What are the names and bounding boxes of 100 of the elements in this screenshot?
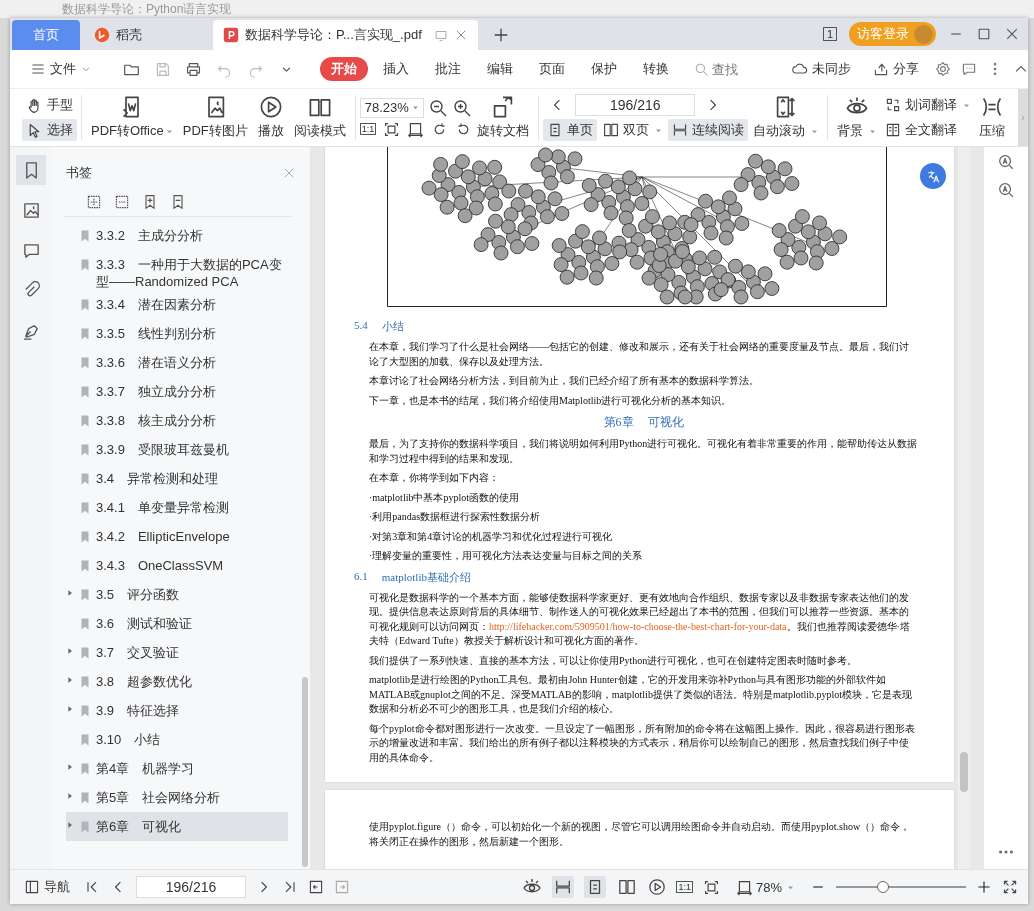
view-mode-button[interactable]	[584, 876, 607, 898]
background-window-title: 数据科学导论：Python语言实现	[62, 0, 232, 18]
menu-tab[interactable]: 开始	[320, 57, 368, 81]
comment-icon[interactable]	[961, 61, 977, 77]
menu-tab[interactable]: 转换	[632, 57, 680, 81]
expand-arrow-icon[interactable]	[66, 676, 74, 684]
bookmark-item[interactable]: 3.4.2 EllipticEnvelope	[66, 522, 288, 551]
bookmark-item[interactable]: 3.3.9 受限玻耳兹曼机	[66, 435, 288, 464]
bookmark-item[interactable]: 3.3.6 潜在语义分析	[66, 348, 288, 377]
search-icon[interactable]	[997, 181, 1015, 199]
translate-button[interactable]: 全文翻译	[881, 119, 975, 141]
bookmark-item[interactable]: 3.8 超参数优化	[66, 667, 288, 696]
page-number-field[interactable]: 196/216	[136, 876, 246, 898]
chevron-icon	[1019, 113, 1027, 122]
avatar-icon	[914, 24, 933, 44]
paragraph: ·对第3章和第4章讨论的机器学习和优化过程进行可视化	[369, 529, 614, 544]
fit-width-icon[interactable]	[407, 120, 425, 138]
expand-arrow-icon[interactable]	[66, 589, 74, 597]
bookmark-item[interactable]: 3.3.2 主成分分析	[66, 221, 288, 250]
file-menu[interactable]: 文件	[24, 58, 98, 80]
maximize-icon[interactable]	[976, 26, 992, 42]
window-count-badge[interactable]: 1	[822, 27, 837, 41]
expand-arrow-icon[interactable]	[66, 792, 74, 800]
fullscreen-icon[interactable]	[1002, 879, 1018, 895]
bookmark-item[interactable]: 第4章 机器学习	[66, 754, 288, 783]
paragraph: ·理解变量的重要性，用可视化方法表达变量与目标之间的关系	[369, 549, 644, 563]
share-button[interactable]: 分享	[867, 58, 925, 80]
bookmark-item[interactable]: 3.4 异常检测和处理	[66, 464, 288, 493]
background-button[interactable]: 背景	[832, 89, 882, 146]
bookmark-item[interactable]: 3.10 小结	[66, 725, 288, 754]
bookmark-item[interactable]: 3.4.1 单变量异常检测	[66, 493, 288, 522]
bookmark-item[interactable]: 3.3.7 独立成分分析	[66, 377, 288, 406]
bookmark-item[interactable]: 3.6 测试和验证	[66, 609, 288, 638]
section-number: 第6章	[603, 414, 634, 431]
add-bookmark-icon[interactable]	[142, 194, 158, 210]
toolbar-button[interactable]: PDF转Office	[86, 89, 178, 146]
view-mode-button[interactable]	[552, 876, 575, 898]
auto-scroll-button[interactable]: 自动滚动	[748, 89, 824, 146]
search-field[interactable]: 查找	[712, 61, 782, 77]
menu-tab[interactable]: 批注	[424, 57, 472, 81]
scrollbar-thumb[interactable]	[960, 752, 968, 792]
view-mode-button[interactable]: 双页	[599, 119, 667, 141]
fit-page-icon[interactable]	[702, 878, 720, 896]
rotate-document-button[interactable]: 旋转文档	[472, 89, 535, 146]
bookmark-item[interactable]: 第5章 社会网络分析	[66, 783, 288, 812]
toolbar-button[interactable]: 阅读模式	[288, 89, 351, 146]
paragraph: matplotlib是进行绘图的Python工具包。最初由John Hunter创建，它的开发用来弥补Python与具有图形功能的外部软件如MATLAB或gnuplot之间的不足。深受MATLAB的影响，matplotlib提供了类似的语法。特别是matplotlib.pyplot模块，它是表现数据和分析必不可少的图形工具，也是我们介绍的核心。	[369, 673, 914, 716]
bookmark-item[interactable]: 3.9 特征选择	[66, 696, 288, 725]
zoom-dropdown[interactable]: 78%	[729, 877, 800, 897]
menu-tab[interactable]: 保护	[580, 57, 628, 81]
zoom-out-icon[interactable]	[427, 97, 448, 118]
expand-arrow-icon[interactable]	[66, 821, 74, 829]
page-number-field[interactable]: 196/216	[575, 94, 696, 116]
view-mode-button[interactable]: 单页	[543, 119, 598, 141]
toolbar-button[interactable]: 播放	[252, 89, 289, 146]
bookmark-item[interactable]: 3.3.3 一种用于大数据的PCA变型——Randomized PCA	[66, 250, 288, 290]
translate-button[interactable]: 划词翻译	[881, 94, 975, 116]
section-title: 可视化	[647, 414, 684, 431]
tab[interactable]: 数据科学导论：P...言实现_.pdf	[213, 20, 478, 50]
dropdown-caret-icon	[869, 127, 877, 135]
actual-size-button[interactable]: 1:1	[676, 881, 693, 893]
bookmark-item[interactable]: 3.3.8 核主成分分析	[66, 406, 288, 435]
settings-icon[interactable]	[935, 61, 951, 77]
slider-thumb[interactable]	[876, 881, 889, 893]
close-icon[interactable]	[1004, 26, 1020, 42]
translate-icon	[885, 97, 902, 113]
expand-arrow-icon[interactable]	[66, 763, 74, 771]
fit-page-icon[interactable]	[383, 120, 401, 138]
bookmark-item[interactable]: 3.3.4 潜在因素分析	[66, 290, 288, 319]
compress-button[interactable]: 压缩	[974, 89, 1011, 146]
sidebar-tab[interactable]	[16, 155, 46, 185]
expand-all-icon[interactable]	[86, 194, 102, 210]
bookmark-item[interactable]: 3.4.3 OneClassSVM	[66, 551, 288, 580]
menu-tab[interactable]: 插入	[372, 57, 420, 81]
bookmark-item[interactable]: 3.3.5 线性判别分析	[66, 319, 288, 348]
zoom-dropdown[interactable]: 78.23%	[359, 97, 424, 118]
bookmark-item[interactable]: 3.5 评分函数	[66, 580, 288, 609]
remove-bookmark-icon[interactable]	[170, 194, 186, 210]
view-mode-button[interactable]: 连续阅读	[668, 119, 749, 141]
collapse-all-icon[interactable]	[114, 194, 130, 210]
toolbar-button[interactable]: PDF转图片	[177, 89, 253, 146]
scrollbar-thumb[interactable]	[302, 677, 308, 867]
back-icon[interactable]	[308, 879, 324, 895]
navigation-button[interactable]: 导航	[20, 876, 74, 898]
expand-arrow-icon[interactable]	[66, 647, 74, 655]
scrollbar[interactable]	[958, 147, 970, 869]
menu-tab[interactable]: 页面	[528, 57, 576, 81]
sync-button[interactable]: 未同步	[786, 58, 857, 80]
menu-tab[interactable]: 编辑	[476, 57, 524, 81]
link[interactable]: http://lifehacker.com/5909501/how-to-choose-the-best-chart-for-your-data	[489, 620, 787, 632]
expand-arrow-icon[interactable]	[66, 705, 74, 713]
zoom-in-icon[interactable]	[451, 97, 472, 118]
tool-button[interactable]: 选择	[22, 119, 77, 141]
bookmark-item[interactable]: 3.7 交叉验证	[66, 638, 288, 667]
search-icon[interactable]	[997, 153, 1015, 171]
actual-size-button[interactable]: 1:1	[359, 123, 377, 135]
tool-button[interactable]: 手型	[22, 94, 77, 116]
bookmark-item[interactable]: 第6章 可视化	[66, 812, 288, 841]
play-icon[interactable]	[648, 878, 667, 896]
print-icon[interactable]	[185, 60, 202, 78]
